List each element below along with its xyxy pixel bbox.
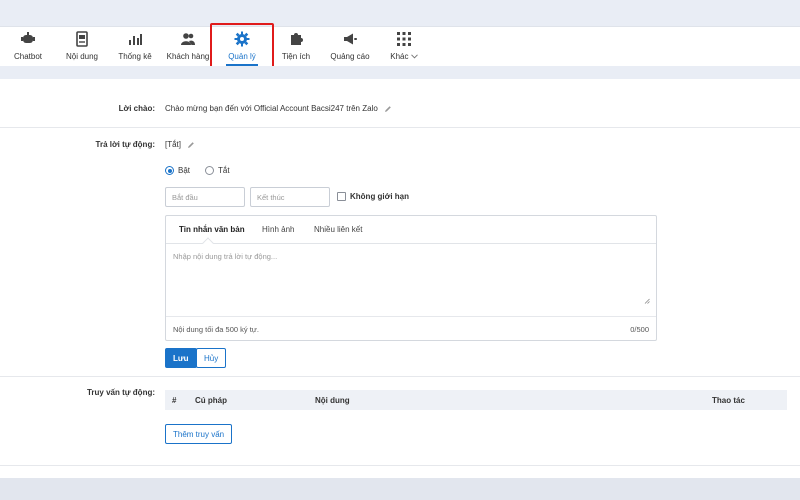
- nav-item-khach-hang[interactable]: Khách hàng: [166, 31, 210, 65]
- unlimited-label: Không giới hạn: [350, 192, 410, 201]
- nav-label: Khách hàng: [166, 52, 210, 61]
- chatbot-icon: [21, 32, 35, 43]
- cancel-button[interactable]: Hủy: [196, 348, 227, 368]
- nav-item-quan-ly[interactable]: Quản lý: [222, 31, 262, 66]
- tab-text-message[interactable]: Tin nhắn văn bản: [179, 225, 245, 234]
- char-limit-hint: Nội dung tối đa 500 ký tự.: [173, 325, 259, 334]
- nav-label: Thống kê: [118, 52, 152, 61]
- nav-item-thong-ke[interactable]: Thống kê: [115, 31, 155, 65]
- start-date-input[interactable]: Bắt đầu: [165, 187, 245, 207]
- radio-off[interactable]: Tắt: [205, 166, 230, 175]
- nav-label: Quảng cáo: [330, 52, 370, 61]
- char-counter: 0/500: [630, 325, 649, 334]
- apps-grid-icon: [397, 32, 411, 46]
- section-divider: [0, 376, 800, 377]
- nav-label: Khác: [386, 52, 422, 61]
- nav-item-chatbot[interactable]: Chatbot: [8, 31, 48, 65]
- radio-off-label: Tắt: [218, 166, 230, 175]
- nav-label-text: Khác: [390, 52, 409, 61]
- message-type-tabs: Tin nhắn văn bản Hình ảnh Nhiều liên kết: [166, 216, 656, 249]
- main-nav: Chatbot Nội dung Thống kê Khách hàng Quả…: [0, 26, 800, 66]
- gear-icon: [234, 31, 250, 47]
- auto-reply-status-row: [Tắt]: [165, 140, 195, 149]
- nav-item-tien-ich[interactable]: Tiện ích: [278, 31, 314, 65]
- nav-label: Quản lý: [228, 52, 256, 61]
- auto-reply-label: Trả lời tự động:: [95, 140, 155, 149]
- radio-on[interactable]: Bật: [165, 166, 190, 175]
- edit-greeting-icon[interactable]: [384, 105, 392, 113]
- bar-chart-icon: [129, 34, 142, 45]
- save-button[interactable]: Lưu: [165, 348, 197, 368]
- footer-strip: [0, 478, 800, 500]
- message-textarea[interactable]: Nhập nội dung trả lời tự động...: [166, 245, 656, 315]
- column-header-content: Nội dung: [315, 396, 350, 405]
- greeting-row: Chào mừng bạn đến với Official Account B…: [165, 104, 392, 113]
- section-divider: [0, 465, 800, 466]
- query-label: Truy vấn tự động:: [86, 388, 155, 397]
- resize-handle-icon[interactable]: [644, 298, 650, 304]
- radio-circle: [165, 166, 174, 175]
- document-icon: [76, 31, 88, 47]
- nav-item-quang-cao[interactable]: Quảng cáo: [330, 31, 370, 65]
- header-divider-strip: [0, 66, 800, 79]
- message-editor: Tin nhắn văn bản Hình ảnh Nhiều liên kết…: [165, 215, 657, 341]
- nav-label: Tiện ích: [281, 52, 311, 61]
- megaphone-icon: [344, 33, 357, 45]
- chevron-down-icon: [410, 54, 418, 59]
- greeting-value: Chào mừng bạn đến với Official Account B…: [165, 104, 378, 113]
- unlimited-checkbox[interactable]: Không giới hạn: [337, 192, 409, 201]
- nav-label: Nội dung: [65, 52, 99, 61]
- greeting-label: Lời chào:: [118, 104, 155, 113]
- column-header-syntax: Cú pháp: [195, 396, 227, 405]
- column-header-index: #: [172, 396, 177, 405]
- checkbox-box: [337, 192, 346, 201]
- radio-circle: [205, 166, 214, 175]
- end-date-input[interactable]: Kết thúc: [250, 187, 330, 207]
- section-divider: [0, 127, 800, 128]
- editor-footer: Nội dung tối đa 500 ký tự. 0/500: [166, 316, 656, 341]
- puzzle-icon: [291, 33, 303, 45]
- radio-on-label: Bật: [178, 166, 191, 175]
- nav-label: Chatbot: [13, 52, 43, 61]
- nav-item-noi-dung[interactable]: Nội dung: [62, 31, 102, 65]
- tab-multi-link[interactable]: Nhiều liên kết: [314, 225, 362, 234]
- column-header-actions: Thao tác: [712, 396, 745, 405]
- edit-auto-reply-icon[interactable]: [187, 141, 195, 149]
- auto-reply-status: [Tắt]: [165, 140, 182, 149]
- nav-item-khac[interactable]: Khác: [386, 31, 422, 65]
- top-bar: [0, 0, 800, 26]
- query-table-header: # Cú pháp Nội dung Thao tác: [165, 390, 787, 410]
- tab-image[interactable]: Hình ảnh: [262, 225, 294, 234]
- users-icon: [181, 33, 195, 45]
- add-query-button[interactable]: Thêm truy vấn: [165, 424, 233, 444]
